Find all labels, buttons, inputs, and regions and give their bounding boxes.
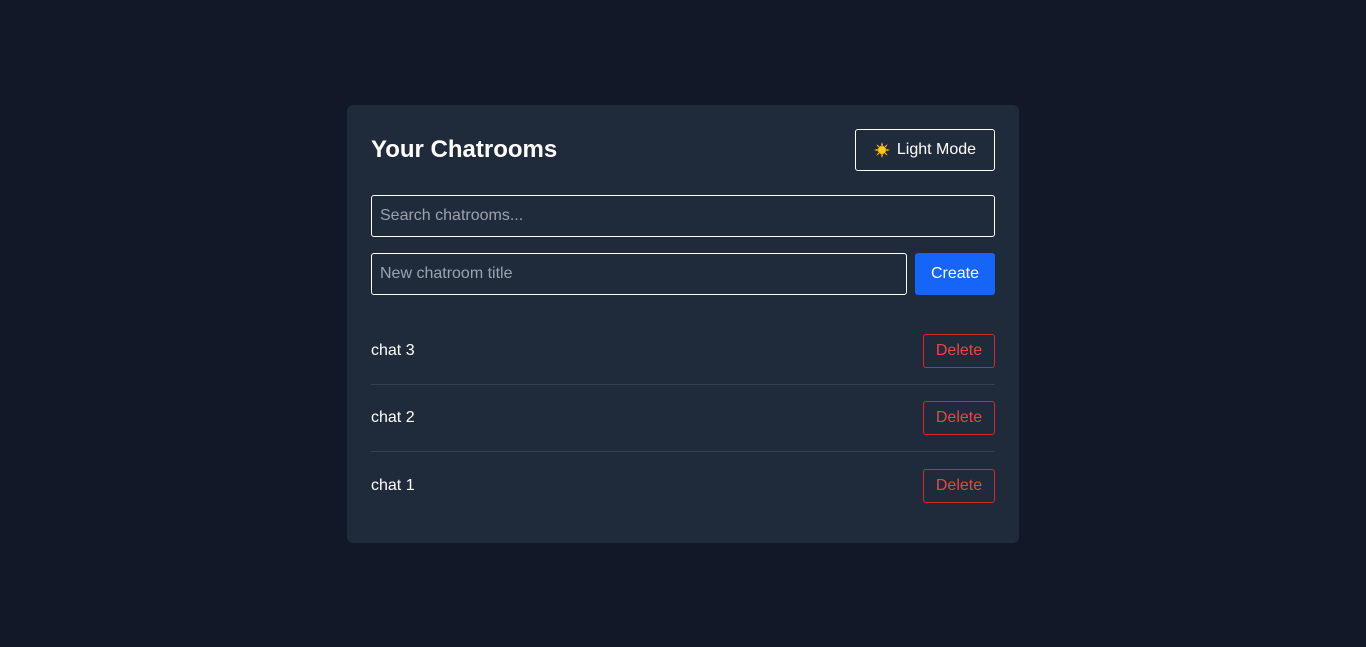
page-title: Your Chatrooms: [371, 136, 558, 163]
create-chatroom-row: Create: [371, 253, 995, 295]
delete-button[interactable]: Delete: [923, 468, 995, 503]
list-item[interactable]: chat 1 Delete: [371, 452, 995, 519]
chatroom-name[interactable]: chat 3: [371, 342, 415, 360]
chatroom-list: chat 3 Delete chat 2 Delete chat 1 Delet…: [371, 318, 995, 519]
light-mode-label: Light Mode: [896, 141, 977, 158]
panel-header: Your Chatrooms Light Mode: [371, 129, 995, 171]
chatroom-name[interactable]: chat 2: [371, 409, 415, 427]
sun-icon: [873, 142, 890, 158]
create-button[interactable]: Create: [915, 253, 995, 295]
delete-button[interactable]: Delete: [923, 334, 995, 368]
delete-button[interactable]: Delete: [923, 401, 995, 435]
list-item[interactable]: chat 2 Delete: [371, 385, 995, 452]
list-item[interactable]: chat 3 Delete: [371, 318, 995, 385]
search-chatrooms-input[interactable]: [371, 195, 995, 237]
light-mode-toggle-button[interactable]: Light Mode: [855, 129, 995, 171]
chatrooms-panel: Your Chatrooms Light Mode Search chatroo…: [347, 105, 1019, 543]
chatroom-name[interactable]: chat 1: [371, 477, 415, 495]
new-chatroom-title-input[interactable]: [371, 253, 907, 295]
